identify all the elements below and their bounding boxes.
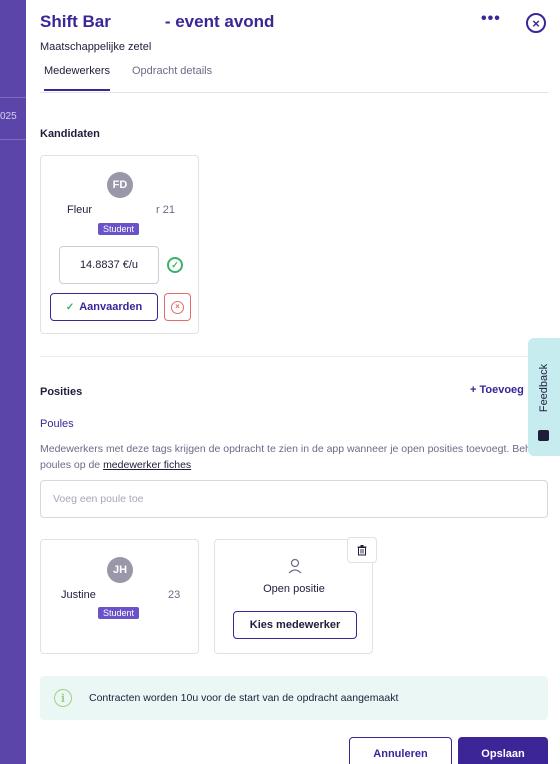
tab-bar: Medewerkers Opdracht details (40, 64, 548, 93)
checkmark-icon: ✓ (65, 301, 75, 313)
page-subtitle: Maatschappelijke zetel (40, 41, 152, 53)
employee-age: 23 (168, 589, 181, 601)
background-divider (0, 139, 26, 140)
open-position-label: Open positie (263, 583, 325, 595)
side-panel: Shift Bar - event avond Maatschappelijke … (26, 0, 560, 764)
section-divider (40, 356, 548, 357)
close-button[interactable]: × (526, 13, 546, 33)
tab-medewerkers[interactable]: Medewerkers (44, 65, 111, 91)
medewerker-fiches-link[interactable]: medewerker fiches (103, 459, 191, 471)
accept-button[interactable]: ✓ Aanvaarden (50, 293, 158, 321)
candidates-heading: Kandidaten (40, 128, 100, 140)
info-glyph: i (60, 691, 66, 705)
accept-label: Aanvaarden (79, 301, 143, 313)
reject-glyph: × (175, 302, 180, 311)
choose-employee-label: Kies medewerker (249, 619, 341, 631)
avatar-initials: JH (112, 564, 128, 576)
page-title: Shift Bar - event avond (40, 12, 274, 32)
info-banner: i Contracten worden 10u voor de start va… (40, 676, 548, 720)
avatar-initials: FD (112, 179, 128, 191)
check-circle-icon: ✓ (167, 257, 183, 273)
delete-position-button[interactable] (347, 537, 377, 563)
avatar: JH (107, 557, 133, 583)
person-icon (288, 558, 302, 574)
background-year-fragment: 025 (0, 111, 17, 122)
info-text: Contracten worden 10u voor de start van … (89, 692, 399, 704)
status-badge: Student (98, 223, 140, 235)
tab-opdracht-details[interactable]: Opdracht details (132, 65, 212, 77)
save-label: Opslaan (481, 748, 525, 760)
candidate-age: r 21 (156, 204, 175, 216)
candidate-card: FD Fleur r 21 Student 14.8837 €/u ✓ ✓ Aa… (40, 155, 199, 334)
feedback-icon (538, 430, 549, 441)
cancel-label: Annuleren (373, 748, 428, 760)
close-circle-icon: × (171, 300, 184, 314)
feedback-label: Feedback (538, 363, 550, 413)
employee-name: Justine (61, 589, 96, 601)
title-left: Shift Bar (40, 12, 111, 31)
feedback-tab[interactable]: Feedback (528, 338, 560, 456)
position-card-open: Open positie Kies medewerker (214, 537, 377, 654)
poules-heading: Poules (40, 418, 74, 430)
candidate-name: Fleur (67, 204, 93, 216)
trash-icon (357, 545, 367, 556)
hourly-rate-value: 14.8837 €/u (79, 259, 139, 271)
hourly-rate-field[interactable]: 14.8837 €/u (59, 246, 159, 284)
more-options-button[interactable]: ••• (481, 10, 501, 28)
save-button[interactable]: Opslaan (458, 737, 548, 764)
close-icon: × (532, 15, 540, 31)
poules-description: Medewerkers met deze tags krijgen de opd… (40, 441, 550, 473)
status-badge: Student (98, 607, 140, 619)
title-right: - event avond (164, 12, 275, 31)
positions-heading: Posities (40, 386, 83, 398)
check-glyph: ✓ (171, 259, 179, 270)
poule-input[interactable] (40, 480, 548, 518)
cancel-button[interactable]: Annuleren (349, 737, 452, 764)
position-card-filled: JH Justine 23 Student (40, 539, 199, 654)
background-page: 025 (0, 0, 26, 764)
reject-button[interactable]: × (164, 293, 191, 321)
background-divider (0, 97, 26, 98)
add-position-button[interactable]: + Toevoeg (470, 384, 524, 396)
info-icon: i (54, 689, 72, 707)
avatar: FD (107, 172, 133, 198)
choose-employee-button[interactable]: Kies medewerker (233, 611, 357, 639)
